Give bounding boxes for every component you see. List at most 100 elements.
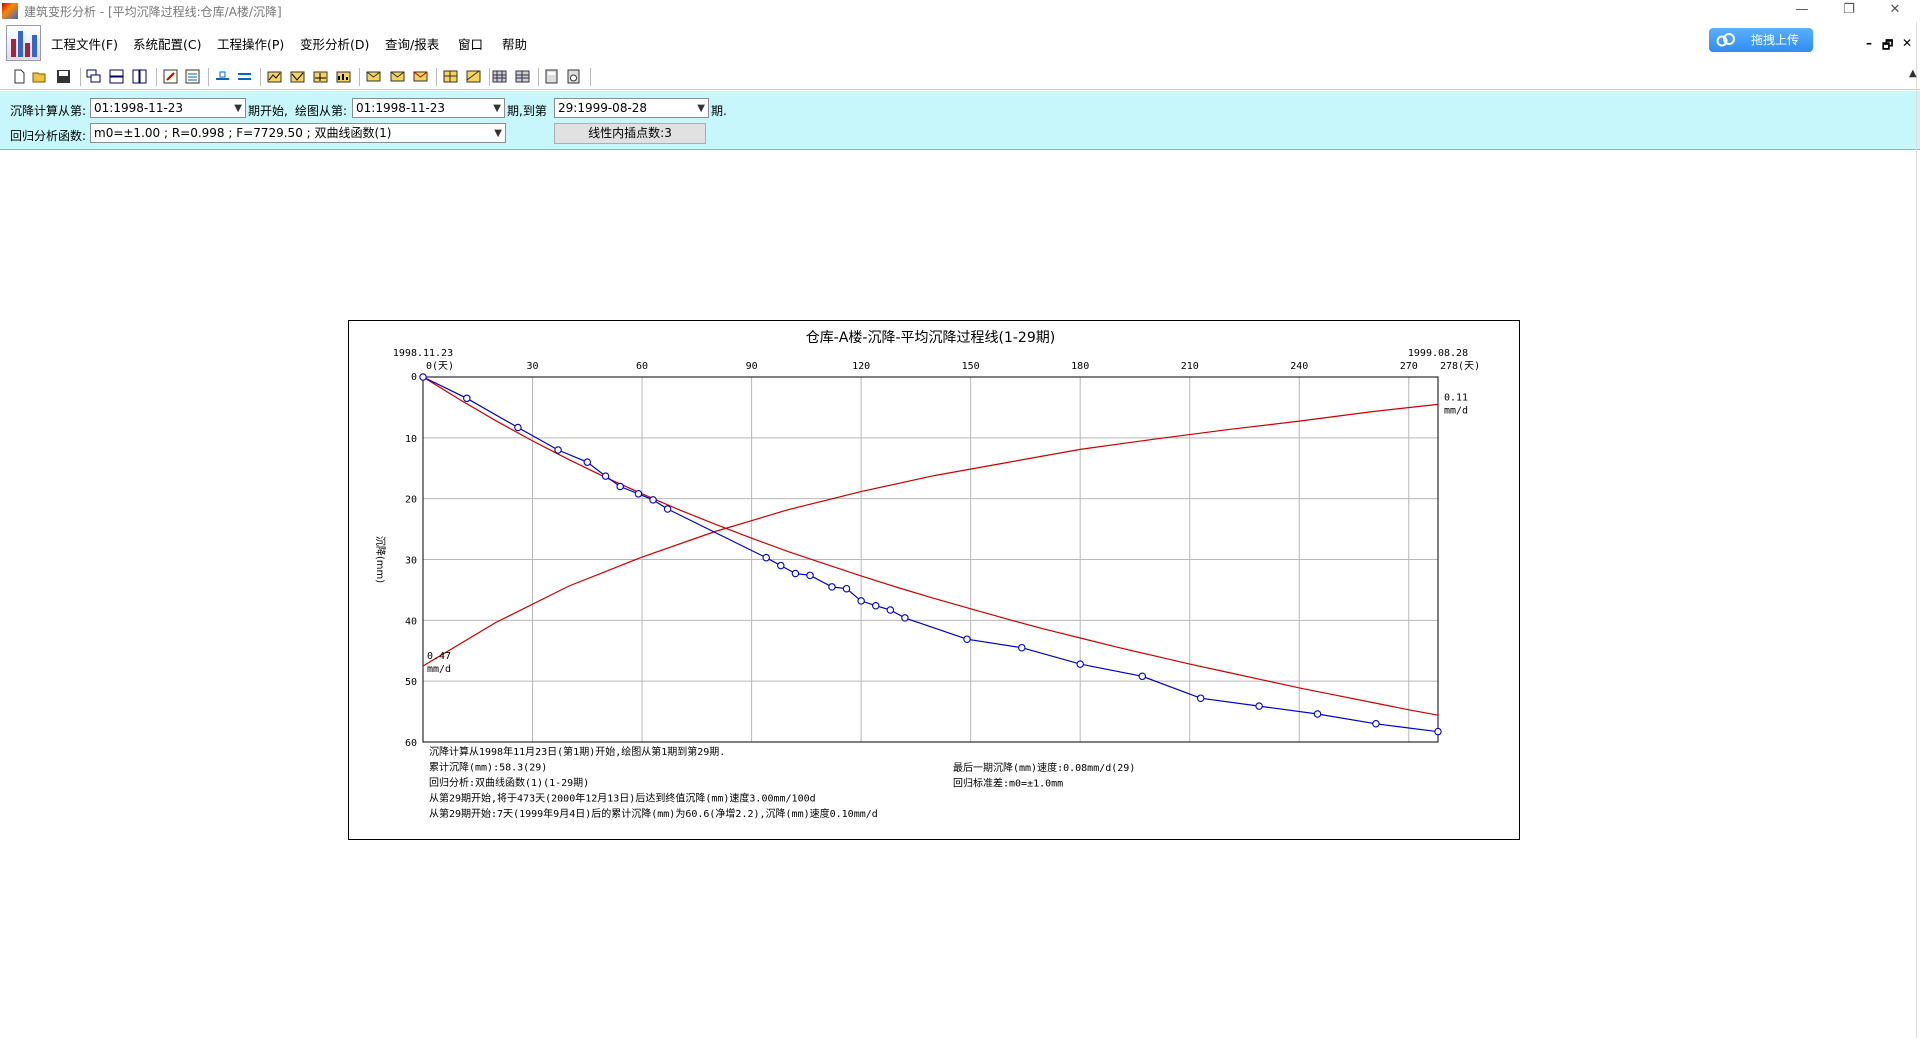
open-icon[interactable] (32, 69, 47, 84)
chart2-icon[interactable] (290, 69, 305, 84)
title-bar: 建筑变形分析 - [平均沉降过程线:仓库/A楼/沉降] — ❐ ✕ (0, 0, 1920, 22)
measured-point (616, 482, 624, 491)
measured-point (963, 635, 971, 643)
measured-point (857, 597, 865, 605)
chevron-down-icon: ▼ (493, 103, 501, 114)
measured-point (871, 601, 880, 610)
minimize-button[interactable]: — (1779, 0, 1825, 22)
tile-vertical-icon[interactable] (132, 69, 147, 84)
plot-from-select[interactable]: 01:1998-11-23 ▼ (352, 98, 505, 118)
calc2-icon[interactable] (566, 69, 581, 84)
note-right-line: 回归标准差:m0=±1.0mm (953, 777, 1063, 790)
mdi-minimize-button[interactable]: – (1866, 36, 1872, 50)
chart1-icon[interactable] (267, 69, 282, 84)
mdi-close-button[interactable]: ✕ (1902, 36, 1912, 50)
note-left-line: 回归分析:双曲线函数(1)(1-29期) (429, 776, 589, 789)
measured-point (1434, 727, 1442, 736)
measured-point (1372, 719, 1380, 728)
cloud-icon (1716, 33, 1735, 47)
calc1-icon[interactable] (544, 69, 559, 84)
close-button[interactable]: ✕ (1872, 0, 1918, 22)
x-tick-label: 270 (1400, 361, 1418, 372)
measured-point (1255, 702, 1263, 710)
measured-line (422, 376, 1439, 733)
measured-point (649, 496, 657, 504)
mdi-restore-button[interactable]: 🗗 (1882, 36, 1893, 57)
y-tick-label: 50 (405, 677, 417, 688)
measured-point (663, 505, 672, 513)
measured-point (901, 614, 909, 622)
x-tick-label: 30 (527, 361, 539, 372)
end-date-label: 1999.08.28 (1408, 348, 1468, 359)
mail3-icon[interactable] (413, 69, 428, 84)
menu-file[interactable]: 工程文件(F) (51, 34, 118, 53)
menu-query-report[interactable]: 查询/报表 (385, 34, 439, 53)
measured-point (463, 394, 471, 403)
save-icon[interactable] (56, 69, 71, 84)
chart-title: 仓库-A楼-沉降-平均沉降过程线(1-29期) (806, 330, 1055, 346)
measured-point (886, 606, 895, 614)
note-right-line: 最后一期沉降(mm)速度:0.08mm/d(29) (953, 761, 1135, 774)
y-tick-label: 0 (411, 372, 417, 383)
x-tick-label: 150 (962, 361, 980, 372)
y-tick-label: 30 (405, 556, 417, 567)
grid1-icon[interactable] (443, 69, 458, 84)
regression-select[interactable]: m0=±1.00 ; R=0.998 ; F=7729.50 ; 双曲线函数(1… (90, 123, 506, 143)
chart4-icon[interactable] (336, 69, 351, 84)
y-axis-label: 沉降(mm) (374, 536, 387, 583)
restore-button[interactable]: ❐ (1826, 0, 1872, 22)
x-tick-label: 180 (1071, 361, 1089, 372)
edit-icon[interactable] (163, 69, 178, 84)
x-tick-label: 120 (852, 361, 870, 372)
y-tick-label: 10 (405, 434, 417, 445)
upload-button[interactable]: 拖拽上传 (1709, 28, 1813, 52)
plot-to-select[interactable]: 29:1999-08-28 ▼ (554, 98, 709, 118)
calc-from-select[interactable]: 01:1998-11-23 ▼ (90, 98, 246, 118)
menu-analysis[interactable]: 变形分析(D) (300, 34, 369, 53)
chevron-down-icon: ▼ (234, 103, 242, 114)
toolbar (0, 65, 1920, 90)
chevron-down-icon: ▼ (697, 103, 705, 114)
new-icon[interactable] (12, 69, 27, 84)
chart-panel: 仓库-A楼-沉降-平均沉降过程线(1-29期) 30 60 90 120 150 180 21… (348, 320, 1520, 840)
measured-point (1076, 660, 1084, 668)
menu-config[interactable]: 系统配置(C) (133, 34, 201, 53)
tile-horizontal-icon[interactable] (109, 69, 124, 84)
interp-points-button[interactable]: 线性内插点数:3 (554, 123, 706, 144)
menu-bar: 工程文件(F) 系统配置(C) 工程操作(P) 变形分析(D) 查询/报表 窗口… (0, 22, 1920, 64)
measured-point (554, 446, 562, 454)
cascade-icon[interactable] (86, 69, 101, 84)
grid2-icon[interactable] (466, 69, 481, 84)
plot-from-label: 绘图从第: (295, 104, 348, 118)
list-icon[interactable] (185, 69, 200, 84)
add-period-icon[interactable] (237, 69, 252, 84)
measured-point (842, 584, 851, 593)
scroll-indicator[interactable]: ▲ (1909, 68, 1917, 79)
measured-point (806, 571, 814, 580)
start-date-label: 1998.11.23 (393, 348, 453, 359)
y-tick-label: 60 (405, 738, 417, 749)
upload-label: 拖拽上传 (1751, 33, 1800, 47)
measured-point (762, 553, 770, 562)
mail2-icon[interactable] (390, 69, 405, 84)
menu-project[interactable]: 工程操作(P) (217, 34, 284, 53)
menu-help[interactable]: 帮助 (502, 34, 527, 53)
calc-from-label: 沉降计算从第: (10, 104, 87, 118)
y-tick-label: 40 (405, 616, 417, 627)
x-start-label: 0(天) (426, 361, 454, 372)
rate-start-value: 0.47 (427, 651, 451, 662)
plot-to-value: 29:1999-08-28 (558, 101, 648, 115)
menu-window[interactable]: 窗口 (458, 34, 483, 53)
table1-icon[interactable] (492, 69, 507, 84)
add-point-icon[interactable] (215, 69, 230, 84)
chart3-icon[interactable] (313, 69, 328, 84)
period-start-label: 期开始, (248, 104, 288, 118)
y-tick-label: 20 (405, 495, 417, 506)
calc-from-value: 01:1998-11-23 (94, 101, 184, 115)
mail1-icon[interactable] (366, 69, 381, 84)
table2-icon[interactable] (515, 69, 530, 84)
note-left-line: 沉降计算从1998年11月23日(第1期)开始,绘图从第1期到第29期. (429, 745, 725, 758)
period-end-label: 期. (711, 104, 727, 118)
x-tick-label: 60 (636, 361, 648, 372)
regression-value: m0=±1.00 ; R=0.998 ; F=7729.50 ; 双曲线函数(1… (94, 126, 392, 140)
